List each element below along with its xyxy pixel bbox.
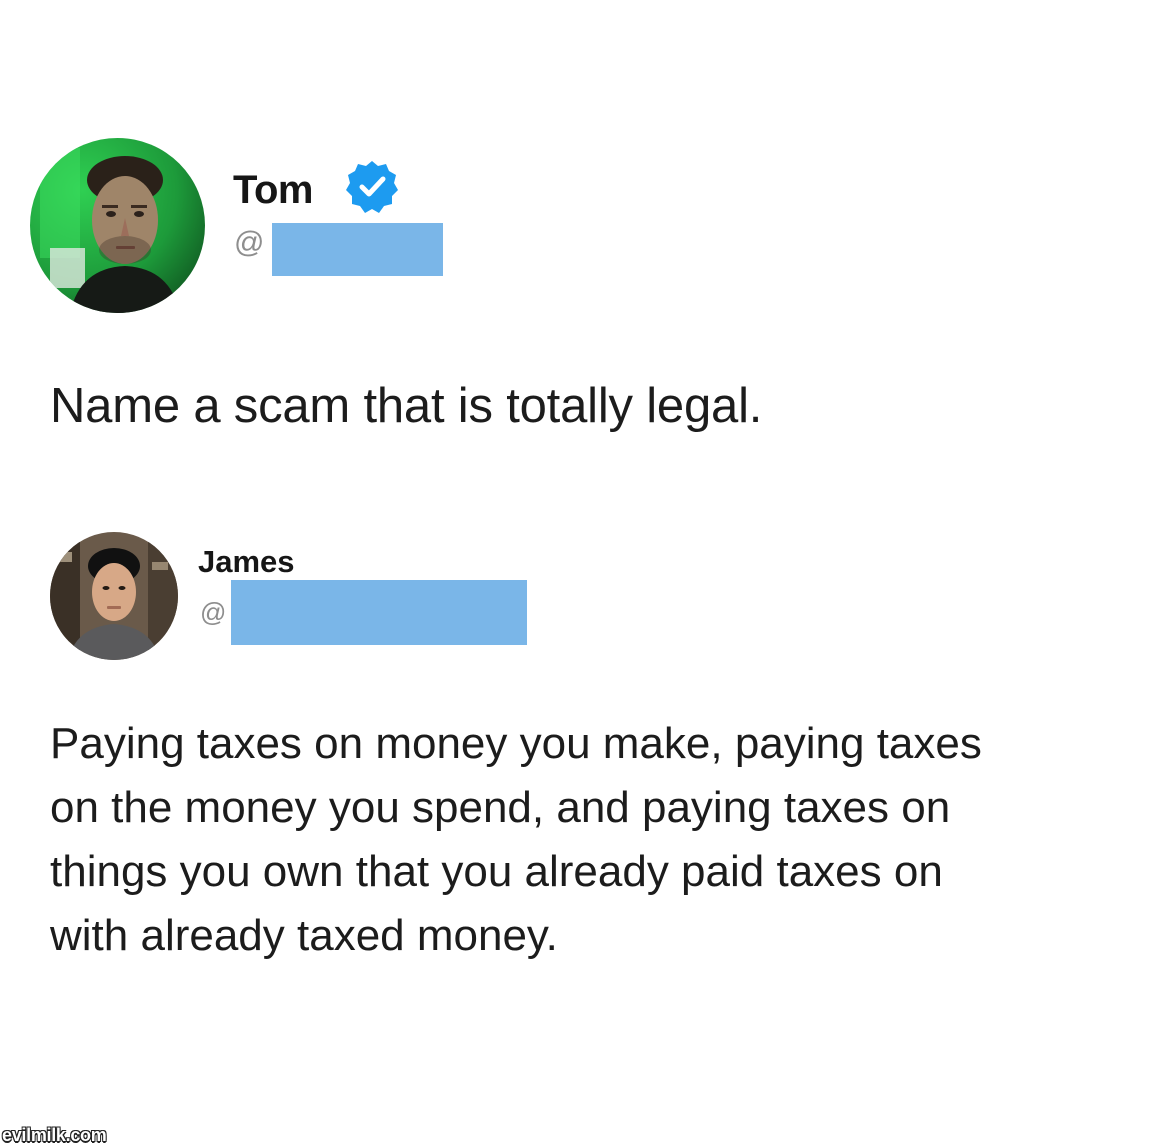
verified-badge-icon: [343, 158, 401, 216]
james-handle-prefix: @: [200, 597, 227, 627]
james-reply-text: Paying taxes on money you make, paying t…: [50, 712, 1130, 968]
tom-avatar[interactable]: [30, 138, 205, 313]
reply-line: with already taxed money.: [50, 911, 558, 960]
james-handle-redaction: [231, 580, 527, 645]
tom-author-name[interactable]: Tom: [233, 168, 313, 213]
profile-photo-icon: [50, 532, 178, 660]
reply-line: things you own that you already paid tax…: [50, 847, 943, 896]
profile-photo-icon: [30, 138, 205, 313]
tom-handle-redaction: [272, 223, 443, 276]
reply-line: Paying taxes on money you make, paying t…: [50, 719, 982, 768]
tom-tweet-text: Name a scam that is totally legal.: [50, 379, 763, 433]
reply-line: on the money you spend, and paying taxes…: [50, 783, 951, 832]
james-author-name[interactable]: James: [198, 544, 295, 580]
watermark: evilmilk.com: [2, 1125, 107, 1145]
james-avatar[interactable]: [50, 532, 178, 660]
tom-handle-prefix: @: [234, 226, 265, 259]
